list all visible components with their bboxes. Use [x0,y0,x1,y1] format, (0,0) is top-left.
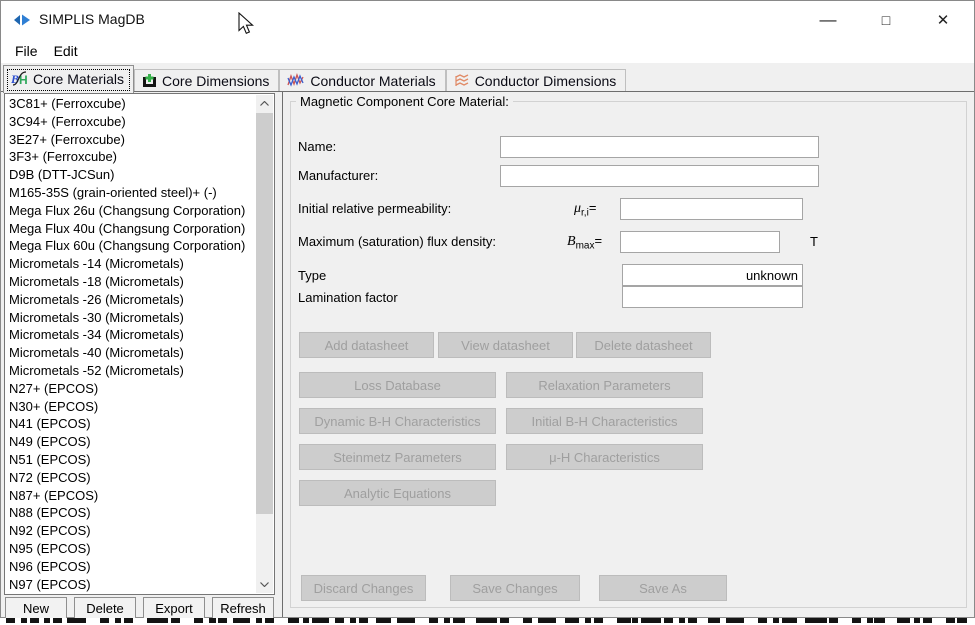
list-item[interactable]: N97 (EPCOS) [6,576,256,593]
permeability-label: Initial relative permeability: [298,201,451,216]
save-as-button[interactable]: Save As [599,575,727,601]
initial-bh-button[interactable]: Initial B-H Characteristics [506,408,703,434]
delete-button[interactable]: Delete [74,597,136,619]
list-item[interactable]: Micrometals -30 (Micrometals) [6,309,256,327]
scroll-down-icon[interactable] [256,576,273,593]
window-title: SIMPLIS MagDB [39,11,145,27]
permeability-field[interactable] [620,198,803,220]
minimize-button[interactable]: — [805,1,851,39]
list-item[interactable]: N51 (EPCOS) [6,451,256,469]
list-item[interactable]: 3C94+ (Ferroxcube) [6,113,256,131]
tab-label: Core Dimensions [162,73,269,89]
lamination-factor-label: Lamination factor [298,290,398,305]
list-item[interactable]: N92 (EPCOS) [6,522,256,540]
bh-curve-icon: B H [11,71,28,86]
list-item[interactable]: Mega Flux 60u (Changsung Corporation) [6,237,256,255]
menu-edit[interactable]: Edit [47,41,85,62]
list-item[interactable]: Micrometals -14 (Micrometals) [6,255,256,273]
new-button[interactable]: New [5,597,67,619]
list-item[interactable]: N87+ (EPCOS) [6,487,256,505]
app-window: SIMPLIS MagDB — □ ✕ File Edit B H Core M… [0,0,975,618]
dynamic-bh-button[interactable]: Dynamic B-H Characteristics [299,408,496,434]
steinmetz-parameters-button[interactable]: Steinmetz Parameters [299,444,496,470]
panel-divider [282,92,283,617]
close-button[interactable]: ✕ [920,1,966,39]
name-field[interactable] [500,136,819,158]
list-item[interactable]: Micrometals -18 (Micrometals) [6,273,256,291]
lamination-factor-field[interactable] [622,286,803,308]
list-item[interactable]: 3F3+ (Ferroxcube) [6,148,256,166]
list-item[interactable]: N41 (EPCOS) [6,415,256,433]
b-max-symbol: Bmax= [567,233,602,252]
list-item[interactable]: N72 (EPCOS) [6,469,256,487]
background-window-strip [0,618,975,625]
name-label: Name: [298,139,336,154]
list-item[interactable]: Mega Flux 26u (Changsung Corporation) [6,202,256,220]
refresh-button[interactable]: Refresh [212,597,274,619]
list-item[interactable]: N30+ (EPCOS) [6,398,256,416]
manufacturer-label: Manufacturer: [298,168,378,183]
list-actions-row: New Delete Export Refresh [4,597,275,619]
list-item[interactable]: 3E27+ (Ferroxcube) [6,131,256,149]
list-item[interactable]: N96 (EPCOS) [6,558,256,576]
core-material-groupbox: Magnetic Component Core Material: Name: … [290,101,967,608]
list-item[interactable]: Mega Flux 40u (Changsung Corporation) [6,220,256,238]
list-item[interactable]: N27+ (EPCOS) [6,380,256,398]
list-item[interactable]: 3C81+ (Ferroxcube) [6,95,256,113]
type-label: Type [298,268,326,283]
menu-file[interactable]: File [8,41,45,62]
loss-database-button[interactable]: Loss Database [299,372,496,398]
relaxation-parameters-button[interactable]: Relaxation Parameters [506,372,703,398]
delete-datasheet-button[interactable]: Delete datasheet [576,332,711,358]
menubar: File Edit [1,39,974,63]
mu-h-characteristics-button[interactable]: μ-H Characteristics [506,444,703,470]
tab-conductor-dimensions[interactable]: Conductor Dimensions [446,69,627,93]
core-materials-list: 3C81+ (Ferroxcube) 3C94+ (Ferroxcube) 3E… [6,95,256,593]
flux-density-field[interactable] [620,231,780,253]
wavy-traces-icon [287,73,305,88]
coil-lines-icon [454,73,470,88]
analytic-equations-button[interactable]: Analytic Equations [299,480,496,506]
scrollbar-thumb[interactable] [256,113,273,514]
add-datasheet-button[interactable]: Add datasheet [299,332,434,358]
flux-density-unit: T [810,234,818,249]
scroll-up-icon[interactable] [256,95,273,112]
tab-label: Conductor Dimensions [475,73,617,89]
maximize-button[interactable]: □ [863,1,909,39]
list-item[interactable]: M165-35S (grain-oriented steel)+ (-) [6,184,256,202]
list-item[interactable]: D9B (DTT-JCSun) [6,166,256,184]
list-item[interactable]: Micrometals -34 (Micrometals) [6,326,256,344]
list-item[interactable]: Micrometals -40 (Micrometals) [6,344,256,362]
export-button[interactable]: Export [143,597,205,619]
app-logo-icon [13,14,31,26]
discard-changes-button[interactable]: Discard Changes [301,575,426,601]
type-field[interactable] [622,264,803,286]
tab-core-dimensions[interactable]: Core Dimensions [134,69,279,93]
view-datasheet-button[interactable]: View datasheet [438,332,573,358]
save-changes-button[interactable]: Save Changes [450,575,580,601]
tab-conductor-materials[interactable]: Conductor Materials [279,69,445,93]
list-scrollbar[interactable] [256,95,273,593]
tab-label: Core Materials [33,71,124,87]
mu-ri-symbol: μr,i= [574,200,596,219]
tab-label: Conductor Materials [310,73,435,89]
list-item[interactable]: Micrometals -52 (Micrometals) [6,362,256,380]
list-item[interactable]: N49 (EPCOS) [6,433,256,451]
list-item[interactable]: Micrometals -26 (Micrometals) [6,291,256,309]
groupbox-title: Magnetic Component Core Material: [296,94,513,109]
list-item[interactable]: N88 (EPCOS) [6,504,256,522]
core-materials-listbox: 3C81+ (Ferroxcube) 3C94+ (Ferroxcube) 3E… [4,93,275,595]
clipped-text-glyphs [6,618,969,623]
mouse-cursor [238,12,254,35]
screenshot-root: SIMPLIS MagDB — □ ✕ File Edit B H Core M… [0,0,975,625]
titlebar: SIMPLIS MagDB — □ ✕ [1,1,974,39]
flux-density-label: Maximum (saturation) flux density: [298,234,496,249]
core-plus-icon [142,73,157,88]
tab-pane-border [1,91,974,92]
tab-core-materials[interactable]: B H Core Materials [3,65,134,93]
content-area: 3C81+ (Ferroxcube) 3C94+ (Ferroxcube) 3E… [1,92,974,617]
tab-strip: B H Core Materials Core Dimensions [1,63,974,92]
manufacturer-field[interactable] [500,165,819,187]
list-item[interactable]: N95 (EPCOS) [6,540,256,558]
